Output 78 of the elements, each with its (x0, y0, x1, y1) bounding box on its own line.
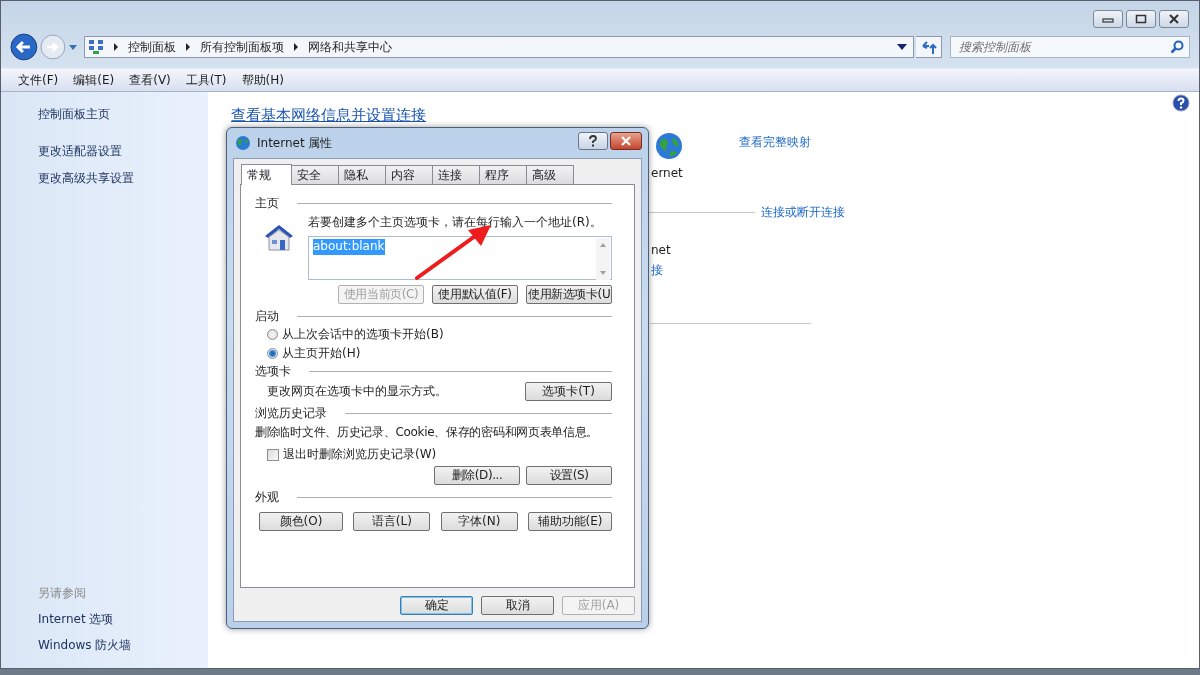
history-button[interactable]: 设置(S) (526, 466, 612, 485)
help-icon[interactable] (1172, 94, 1190, 112)
tab[interactable]: 程序 (479, 165, 527, 184)
close-button[interactable] (1159, 10, 1189, 28)
appearance-button[interactable]: 语言(L) (353, 512, 431, 531)
menu-item[interactable]: 帮助(H) (241, 71, 284, 89)
help-icon (588, 135, 598, 147)
radio-button[interactable] (267, 348, 278, 359)
maximize-button[interactable] (1126, 10, 1156, 28)
section-heading: 外观 (255, 489, 279, 506)
radio-label[interactable]: 从主页开始(H) (282, 345, 361, 362)
network-label: ernet (651, 166, 683, 180)
sidebar-link[interactable]: Windows 防火墙 (38, 637, 132, 654)
home-page-button[interactable]: 使用新选项卡(U (526, 285, 612, 304)
maximize-icon (1135, 14, 1147, 24)
appearance-button[interactable]: 字体(N) (440, 512, 518, 531)
description-text: 更改网页在选项卡中的显示方式。 (267, 383, 447, 400)
access-type-label: net (651, 243, 671, 257)
menu-item[interactable]: 编辑(E) (73, 71, 115, 89)
back-button[interactable] (10, 33, 38, 61)
close-icon (620, 136, 632, 146)
close-button[interactable] (610, 132, 642, 150)
scrollbar[interactable] (596, 238, 610, 280)
view-full-map-link[interactable]: 查看完整映射 (739, 134, 811, 151)
chevron-icon[interactable] (112, 43, 119, 51)
tab[interactable]: 连接 (432, 165, 480, 184)
appearance-button[interactable]: 颜色(O) (259, 512, 343, 531)
checkbox-label[interactable]: 退出时删除浏览历史记录(W) (283, 446, 437, 463)
instruction-text: 若要创建多个主页选项卡，请在每行输入一个地址(R)。 (308, 214, 603, 231)
sidebar-link[interactable]: 控制面板主页 (38, 106, 110, 123)
dialog-title: Internet 属性 (257, 134, 333, 152)
section-heading: 浏览历史记录 (255, 405, 327, 422)
radio-button[interactable] (267, 329, 278, 340)
connect-disconnect-link[interactable]: 连接或断开连接 (761, 204, 845, 221)
search-field[interactable]: 搜索控制面板 (950, 36, 1190, 58)
tab[interactable]: 高级 (526, 165, 574, 184)
section-heading: 选项卡 (255, 363, 291, 380)
dropdown-icon[interactable] (897, 44, 908, 50)
tab[interactable]: 安全 (291, 165, 339, 184)
refresh-button[interactable] (916, 36, 942, 58)
description-text: 删除临时文件、历史记录、Cookie、保存的密码和网页表单信息。 (255, 424, 600, 441)
help-button[interactable] (578, 132, 608, 150)
history-button[interactable]: 删除(D)... (434, 466, 520, 485)
globe-icon (655, 132, 683, 160)
breadcrumb[interactable]: 网络和共享中心 (307, 38, 392, 56)
sidebar-link[interactable]: 更改高级共享设置 (38, 170, 134, 187)
tab[interactable]: 常规 (241, 164, 292, 185)
minimize-button[interactable] (1093, 10, 1123, 28)
page-title-link[interactable]: 查看基本网络信息并设置连接 (231, 106, 426, 125)
chevron-icon[interactable] (292, 43, 299, 51)
sidebar-link[interactable]: 更改适配器设置 (38, 143, 122, 160)
address-bar[interactable]: 控制面板 所有控制面板项 网络和共享中心 (83, 36, 915, 58)
tab[interactable]: 隐私 (338, 165, 386, 184)
close-icon (1168, 14, 1180, 24)
breadcrumb[interactable]: 控制面板 (127, 38, 176, 56)
search-icon[interactable] (1170, 40, 1184, 54)
section-heading: 启动 (255, 308, 279, 325)
section-heading: 主页 (255, 195, 279, 212)
menu-item[interactable]: 工具(T) (185, 71, 227, 89)
see-also-heading: 另请参阅 (38, 585, 86, 602)
network-icon (87, 39, 104, 55)
dialog-button[interactable]: 确定 (400, 596, 473, 615)
tab[interactable]: 内容 (385, 165, 433, 184)
checkbox[interactable] (267, 448, 279, 461)
home-page-button[interactable]: 使用默认值(F) (432, 285, 518, 304)
connection-link[interactable]: 接 (651, 262, 663, 279)
menu-item[interactable]: 查看(V) (129, 71, 171, 89)
menu-item[interactable]: 文件(F) (18, 71, 59, 89)
appearance-button[interactable]: 辅助功能(E) (528, 512, 612, 531)
breadcrumb[interactable]: 所有控制面板项 (199, 38, 284, 56)
chevron-icon[interactable] (184, 43, 191, 51)
tabs-button[interactable]: 选项卡(T) (525, 382, 612, 401)
globe-icon (235, 135, 251, 151)
radio-label[interactable]: 从上次会话中的选项卡开始(B) (282, 326, 444, 343)
refresh-icon (920, 40, 937, 54)
dialog-button[interactable]: 取消 (481, 596, 554, 615)
minimize-icon (1102, 15, 1114, 23)
sidebar-link[interactable]: Internet 选项 (38, 611, 114, 628)
